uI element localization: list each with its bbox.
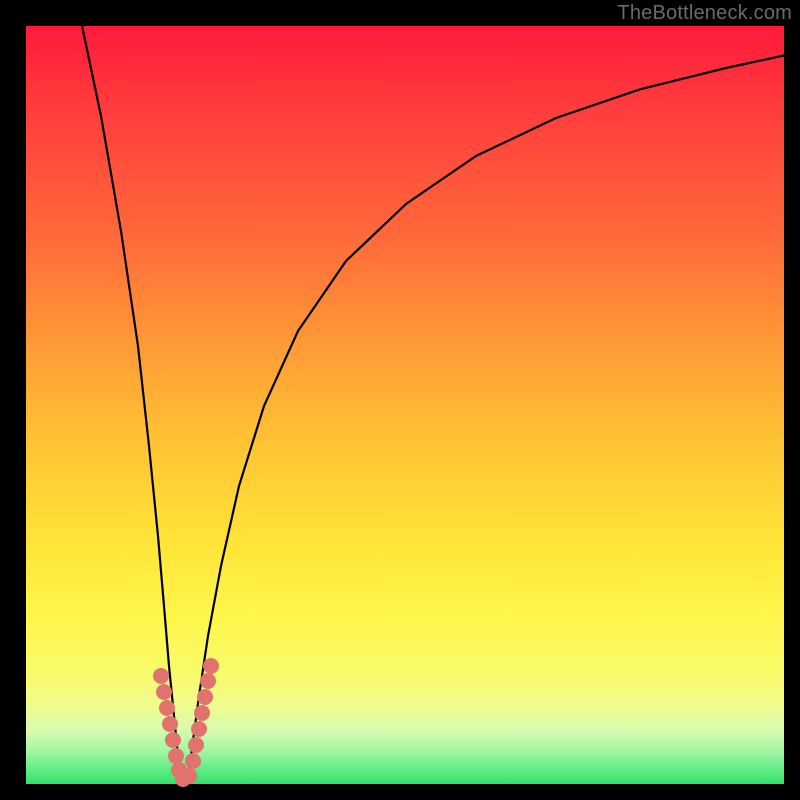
marker-dot [194, 705, 210, 721]
marker-dot [200, 673, 216, 689]
marker-dot [185, 753, 201, 769]
marker-dot [159, 700, 175, 716]
chart-svg [26, 26, 784, 784]
marker-dot [191, 721, 207, 737]
marker-dot [156, 684, 172, 700]
marker-dot [165, 732, 181, 748]
marker-dot [162, 716, 178, 732]
marker-dot [197, 689, 213, 705]
marker-dot [153, 668, 169, 684]
marker-dot [181, 768, 197, 784]
marker-group [153, 658, 219, 787]
marker-dot [188, 737, 204, 753]
watermark-text: TheBottleneck.com [617, 2, 792, 25]
curve-right-branch [184, 54, 791, 782]
marker-dot [203, 658, 219, 674]
chart-frame: TheBottleneck.com [0, 0, 800, 800]
plot-area [26, 26, 784, 784]
curve-left-branch [81, 21, 184, 782]
marker-dot [168, 748, 184, 764]
